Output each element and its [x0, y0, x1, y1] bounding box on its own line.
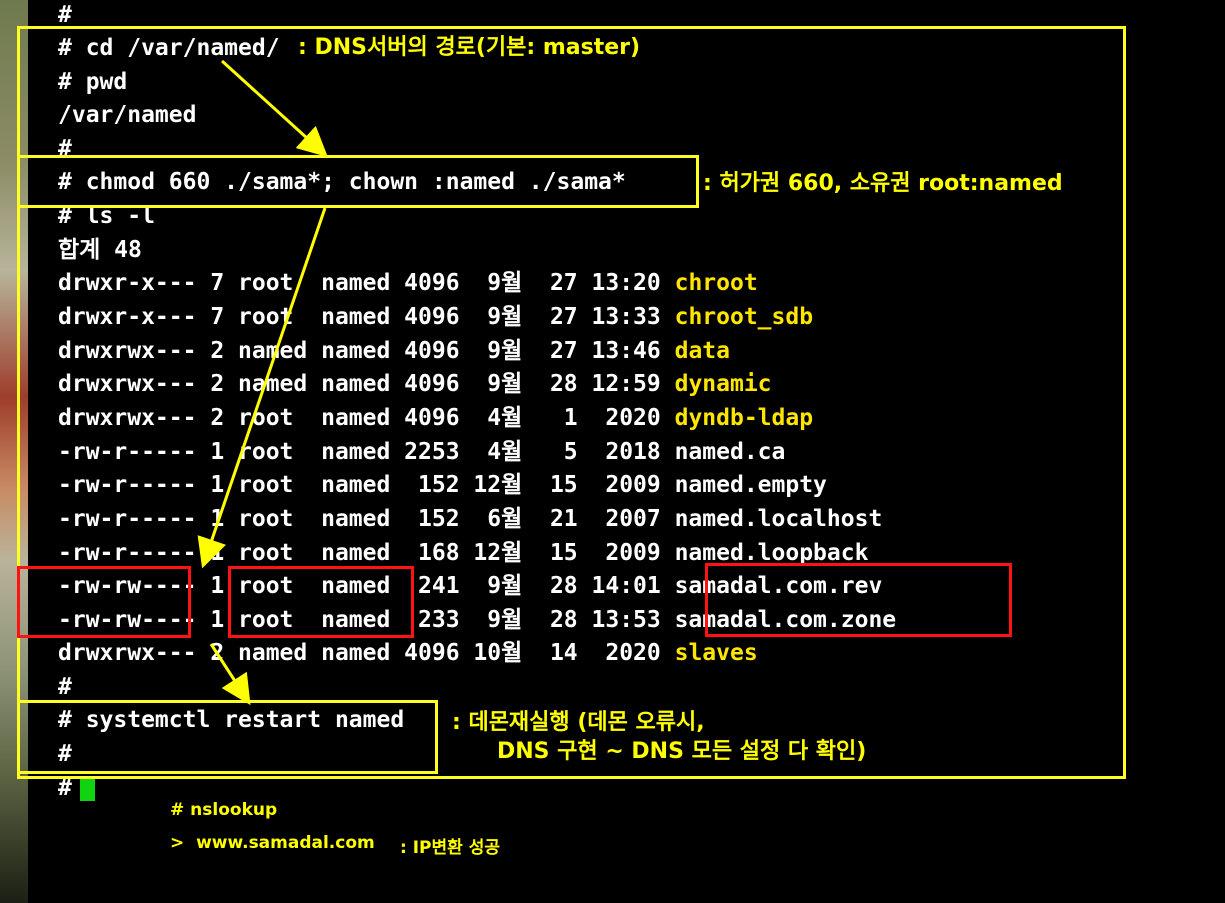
annotation-dns-path: : DNS서버의 경로(기본: master)	[298, 35, 641, 60]
zone-files-highlight-box	[705, 563, 1012, 637]
outer-highlight-box	[17, 26, 1126, 779]
annotation-restart-line2: DNS 구현 ~ DNS 모든 설정 다 확인)	[497, 739, 867, 764]
chmod-highlight-box	[17, 155, 699, 208]
annotation-nslookup-command: # nslookup	[170, 800, 278, 820]
permission-highlight-box	[17, 566, 191, 638]
ownership-highlight-box	[228, 566, 414, 638]
annotation-permission: : 허가권 660, 소유권 root:named	[703, 171, 1063, 196]
systemctl-highlight-box	[17, 700, 438, 774]
annotation-nslookup-result: : IP변환 성공	[400, 838, 500, 858]
terminal-cursor	[79, 776, 95, 801]
annotation-restart-line1: : 데몬재실행 (데몬 오류시,	[452, 710, 705, 735]
annotation-nslookup-query: > www.samadal.com	[170, 833, 375, 853]
